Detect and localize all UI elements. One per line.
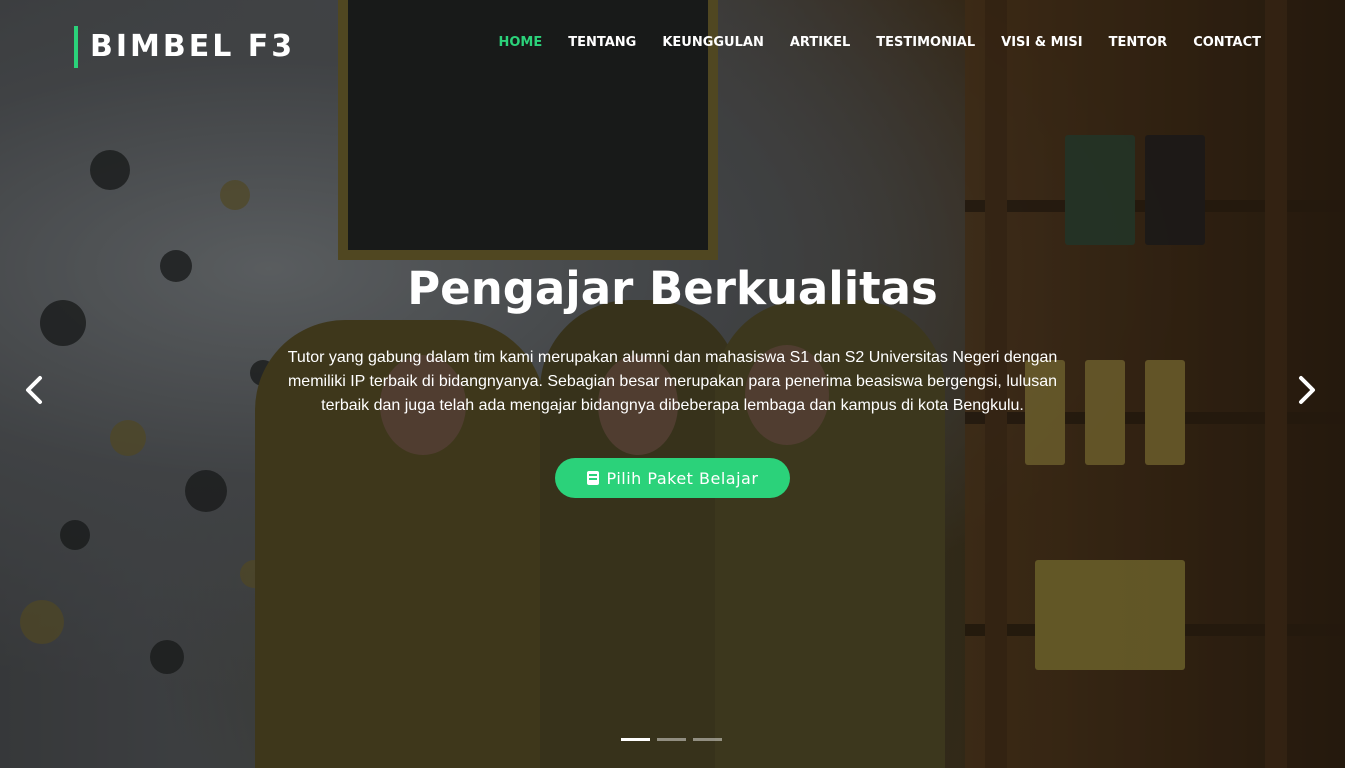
chevron-left-icon bbox=[26, 376, 42, 404]
nav-item-contact[interactable]: CONTACT bbox=[1193, 34, 1261, 52]
carousel-prev-button[interactable] bbox=[22, 372, 46, 408]
nav-item-tentor[interactable]: TENTOR bbox=[1109, 34, 1168, 52]
nav-item-artikel[interactable]: ARTIKEL bbox=[790, 34, 850, 52]
slide-title: Pengajar Berkualitas bbox=[407, 262, 938, 315]
carousel-next-button[interactable] bbox=[1295, 372, 1319, 408]
carousel-indicator-3[interactable] bbox=[693, 738, 722, 741]
carousel-indicator-1[interactable] bbox=[621, 738, 650, 741]
hero-carousel: BIMBEL F3 HOME TENTANG KEUNGGULAN ARTIKE… bbox=[0, 0, 1345, 768]
choose-package-button[interactable]: Pilih Paket Belajar bbox=[554, 458, 791, 498]
site-logo[interactable]: BIMBEL F3 bbox=[74, 26, 295, 68]
nav-item-testimonial[interactable]: TESTIMONIAL bbox=[876, 34, 975, 52]
nav-item-keunggulan[interactable]: KEUNGGULAN bbox=[662, 34, 764, 52]
carousel-indicators bbox=[621, 738, 722, 741]
nav-item-visi-misi[interactable]: VISI & MISI bbox=[1001, 34, 1082, 52]
slide-description: Tutor yang gabung dalam tim kami merupak… bbox=[287, 349, 1058, 414]
book-icon bbox=[586, 471, 599, 485]
choose-package-label: Pilih Paket Belajar bbox=[606, 468, 759, 488]
nav-item-home[interactable]: HOME bbox=[498, 34, 542, 52]
nav-item-tentang[interactable]: TENTANG bbox=[568, 34, 636, 52]
carousel-indicator-2[interactable] bbox=[657, 738, 686, 741]
chevron-right-icon bbox=[1299, 376, 1315, 404]
main-nav: HOME TENTANG KEUNGGULAN ARTIKEL TESTIMON… bbox=[498, 34, 1261, 52]
site-header: BIMBEL F3 HOME TENTANG KEUNGGULAN ARTIKE… bbox=[0, 0, 1345, 90]
slide-caption: Pengajar Berkualitas Tutor yang gabung d… bbox=[0, 258, 1345, 498]
